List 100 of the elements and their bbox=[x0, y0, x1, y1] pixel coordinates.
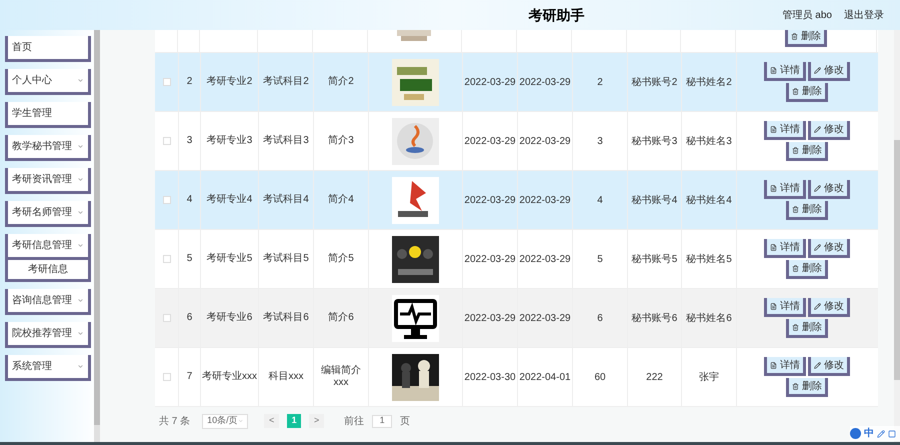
table-row[interactable]: 4 考研专业4 考试科目4 简介4 2022-03-29 2022-03-29 4 秘书账号4 秘书姓名4 详情 修改 删除 bbox=[155, 171, 878, 230]
table-cell-text: 秘书姓名5 bbox=[686, 252, 732, 266]
table-cell-text: 秘书账号3 bbox=[632, 134, 678, 148]
table-cell-text: 3 bbox=[597, 134, 603, 148]
delete-button[interactable]: 删除 bbox=[786, 260, 828, 279]
table-cell-text: 2022-03-29 bbox=[464, 134, 516, 148]
table-cell: 考试科目6 bbox=[263, 312, 309, 324]
page-suffix: 页 bbox=[400, 414, 410, 428]
table-cell-text: 秘书姓名2 bbox=[686, 76, 732, 90]
table-cell-text: 222 bbox=[646, 370, 663, 384]
edit-button[interactable]: 修改 bbox=[808, 357, 850, 376]
table-cell: 6 bbox=[186, 312, 192, 324]
row-checkbox[interactable] bbox=[162, 78, 170, 86]
table-cell-text: 2022-03-29 bbox=[464, 252, 516, 266]
table-cell: 考研专业2 bbox=[206, 76, 252, 88]
edit-button[interactable]: 修改 bbox=[808, 298, 850, 317]
row-checkbox[interactable] bbox=[162, 137, 170, 145]
total-count: 共 7 条 bbox=[159, 414, 190, 428]
page-input[interactable]: 1 bbox=[372, 414, 392, 428]
ime-toolbar[interactable]: 中 bbox=[850, 426, 900, 441]
page-size-select[interactable]: 10条/页 bbox=[202, 414, 248, 428]
delete-button[interactable]: 删除 bbox=[786, 201, 828, 220]
trash-icon bbox=[792, 88, 799, 94]
trash-icon bbox=[792, 264, 799, 272]
menu-item[interactable]: 考研资讯管理 bbox=[5, 168, 91, 194]
table-row[interactable]: 5 考研专业5 考试科目5 简介5 2022-03-29 2022-03-29 5 秘书账号5 秘书姓名5 详情 修改 删除 bbox=[155, 230, 878, 289]
detail-button[interactable]: 详情 bbox=[764, 239, 806, 258]
ime-logo-icon bbox=[850, 428, 861, 439]
table-cell: 4 bbox=[186, 194, 192, 206]
document-icon bbox=[770, 302, 777, 310]
menu-item[interactable]: 个人中心 bbox=[5, 69, 91, 95]
edit-button[interactable]: 修改 bbox=[808, 239, 850, 258]
chevron-icon bbox=[238, 418, 244, 424]
table-row[interactable]: 6 考研专业6 考试科目6 简介6 2022-03-29 2022-03-29 6 秘书账号6 秘书姓名6 详情 修改 删除 bbox=[155, 289, 878, 348]
table-cell-text: 4 bbox=[597, 194, 603, 208]
table-cell: 2 bbox=[186, 76, 192, 88]
edit-button[interactable]: 修改 bbox=[808, 62, 850, 81]
chevron-icon bbox=[77, 330, 84, 337]
table-cell-text: 编辑简介xxx bbox=[320, 364, 362, 390]
table-row[interactable]: 3 考研专业3 考试科目3 简介3 2022-03-29 2022-03-29 3 秘书账号3 秘书姓名3 详情 修改 删除 bbox=[155, 112, 878, 171]
row-checkbox[interactable] bbox=[162, 373, 170, 381]
table-cell-text: 2022-03-29 bbox=[519, 134, 571, 148]
pencil-icon bbox=[814, 184, 821, 192]
prev-page-button[interactable]: < bbox=[264, 414, 280, 428]
pencil-icon bbox=[814, 126, 821, 132]
table-cell: 考试科目4 bbox=[263, 194, 309, 206]
menu-item[interactable]: 考研信息管理 bbox=[5, 234, 91, 260]
table-cell: 考研专业4 bbox=[206, 194, 252, 206]
document-icon bbox=[770, 244, 777, 250]
chevron-icon bbox=[77, 242, 84, 249]
document-icon bbox=[770, 362, 777, 368]
menu-item[interactable]: 学生管理 bbox=[5, 102, 91, 128]
row-checkbox[interactable] bbox=[162, 255, 170, 263]
table-cell-text: 秘书账号6 bbox=[632, 312, 678, 326]
chevron-icon bbox=[77, 363, 84, 370]
delete-button[interactable]: 删除 bbox=[786, 83, 828, 102]
menu-item[interactable]: 院校推荐管理 bbox=[5, 322, 91, 348]
detail-button[interactable]: 详情 bbox=[764, 357, 806, 376]
submenu-item[interactable]: 考研信息 bbox=[5, 260, 91, 282]
menu-item[interactable]: 教学秘书管理 bbox=[5, 135, 91, 161]
table-cell-text: 秘书账号4 bbox=[632, 194, 678, 208]
trash-icon bbox=[792, 146, 799, 154]
chevron-icon bbox=[77, 143, 84, 150]
table-cell: 5 bbox=[186, 252, 192, 266]
table-cell-text: 6 bbox=[597, 312, 603, 326]
detail-button[interactable]: 详情 bbox=[764, 121, 806, 140]
table-cell-text: 秘书账号5 bbox=[632, 252, 678, 266]
edit-button[interactable]: 修改 bbox=[808, 121, 850, 140]
menu-item[interactable]: 首页 bbox=[5, 36, 91, 62]
table-cell-text: 2022-03-29 bbox=[519, 312, 571, 326]
table-cell-text: 2022-04-01 bbox=[519, 370, 571, 384]
table-cell-text: 2022-03-29 bbox=[464, 76, 516, 90]
detail-button[interactable]: 详情 bbox=[764, 62, 806, 81]
table-cell-text: 2022-03-29 bbox=[464, 312, 516, 326]
menu-item[interactable]: 咨询信息管理 bbox=[5, 289, 91, 315]
table-cell-text: 60 bbox=[594, 370, 606, 384]
row-checkbox[interactable] bbox=[162, 314, 170, 322]
ime-mode-label: 中 bbox=[864, 426, 874, 441]
menu-item[interactable]: 考研名师管理 bbox=[5, 201, 91, 227]
app-title: 考研助手 bbox=[528, 6, 584, 24]
next-page-button[interactable]: > bbox=[309, 414, 324, 428]
detail-button[interactable]: 详情 bbox=[764, 298, 806, 317]
document-icon bbox=[770, 126, 777, 132]
row-checkbox[interactable] bbox=[162, 196, 170, 204]
table-cell: 考试科目2 bbox=[263, 76, 309, 88]
edit-button[interactable]: 修改 bbox=[808, 180, 850, 199]
detail-button[interactable]: 详情 bbox=[764, 180, 806, 199]
delete-button[interactable]: 删除 bbox=[785, 30, 827, 47]
table-cell-text: 秘书姓名4 bbox=[686, 194, 732, 208]
logout-link[interactable]: 退出登录 bbox=[844, 8, 884, 22]
delete-button[interactable]: 删除 bbox=[786, 319, 828, 338]
table-cell-text: 2022-03-30 bbox=[464, 370, 516, 384]
table-row[interactable]: 2 考研专业2 考试科目2 简介2 2022-03-29 2022-03-29 2 秘书账号2 秘书姓名2 详情 修改 删除 bbox=[155, 53, 878, 112]
delete-button[interactable]: 删除 bbox=[786, 142, 828, 161]
table-cell-text: 2022-03-29 bbox=[519, 76, 571, 90]
table-cell-text: 秘书姓名3 bbox=[686, 134, 732, 148]
menu-item[interactable]: 系统管理 bbox=[5, 355, 91, 381]
table-cell: 考研专业6 bbox=[206, 312, 252, 324]
table-row[interactable]: 7 考研专业xxx 科目xxx 编辑简介xxx 2022-03-30 2022-04-01 60 222 张宇 详情 修改 删除 bbox=[155, 348, 878, 407]
delete-button[interactable]: 删除 bbox=[786, 378, 828, 397]
